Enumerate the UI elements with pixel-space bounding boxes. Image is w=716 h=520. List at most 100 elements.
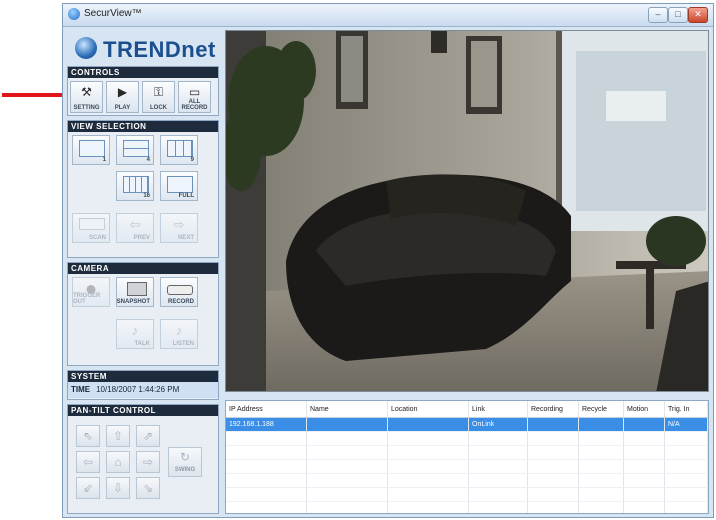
empty-row <box>226 459 708 474</box>
arrow-right-icon: ⇨ <box>173 217 185 232</box>
system-section: SYSTEM TIME 10/18/2007 1:44:26 PM <box>67 370 219 400</box>
play-icon: ▶ <box>117 85 128 99</box>
all-record-button[interactable]: ▭ ALL RECORD <box>178 81 211 113</box>
trigger-out-button[interactable]: TRIGGER OUT <box>72 277 110 307</box>
pan-down-button[interactable]: ⇩ <box>106 477 130 499</box>
pan-home-button[interactable]: ⌂ <box>106 451 130 473</box>
arrow-down-right-icon: ⇘ <box>142 481 154 495</box>
pan-down-right-button[interactable]: ⇘ <box>136 477 160 499</box>
table-row[interactable]: 192.168.1.188 OnLink N/A <box>226 417 708 432</box>
view-4-button[interactable]: 4 <box>116 135 154 165</box>
left-panel: TRENDnet CONTROLS ⚒ SETTING ▶ PLAY ⚿ LOC… <box>67 30 219 514</box>
col-ip-address[interactable]: IP Address <box>226 401 307 418</box>
setting-button[interactable]: ⚒ SETTING <box>70 81 103 113</box>
col-link[interactable]: Link <box>468 401 528 418</box>
pan-up-left-button[interactable]: ⇖ <box>76 425 100 447</box>
pan-up-button[interactable]: ⇧ <box>106 425 130 447</box>
single-view-icon <box>79 140 105 157</box>
cell-recycle <box>578 417 624 432</box>
cell-motion <box>623 417 665 432</box>
view-selection-header: VIEW SELECTION <box>68 121 218 132</box>
time-readout: TIME 10/18/2007 1:44:26 PM <box>68 382 218 398</box>
window-title: SecurView™ <box>84 8 142 19</box>
prev-button[interactable]: ⇦ PREV <box>116 213 154 243</box>
talk-icon: ♪ <box>131 323 139 338</box>
title-bar: SecurView™ – □ ✕ <box>63 4 713 27</box>
close-icon[interactable]: ✕ <box>688 7 708 23</box>
col-recording[interactable]: Recording <box>527 401 579 418</box>
empty-row <box>226 431 708 446</box>
nine-view-icon <box>167 140 193 157</box>
swing-icon: ↻ <box>179 450 191 464</box>
pan-tilt-section: PAN-TILT CONTROL ⇖ ⇧ ⇗ ⇦ ⌂ ⇨ ⇙ ⇩ ⇘ ↻ SWI… <box>67 404 219 514</box>
pan-down-left-button[interactable]: ⇙ <box>76 477 100 499</box>
minimize-icon[interactable]: – <box>648 7 668 23</box>
record-button[interactable]: RECORD <box>160 277 198 307</box>
cell-location <box>387 417 469 432</box>
trendnet-logo: TRENDnet <box>71 32 219 64</box>
cell-recording <box>527 417 579 432</box>
record-all-icon: ▭ <box>188 85 201 99</box>
arrow-up-right-icon: ⇗ <box>142 429 154 443</box>
col-trig-in[interactable]: Trig. In <box>664 401 708 418</box>
controls-header: CONTROLS <box>68 67 218 78</box>
col-name[interactable]: Name <box>306 401 388 418</box>
play-button[interactable]: ▶ PLAY <box>106 81 139 113</box>
arrow-down-icon: ⇩ <box>112 481 124 495</box>
view-16-button[interactable]: 16 <box>116 171 154 201</box>
camera-header: CAMERA <box>68 263 218 274</box>
arrow-left-icon: ⇦ <box>82 455 94 469</box>
empty-row <box>226 445 708 460</box>
view-9-button[interactable]: 9 <box>160 135 198 165</box>
col-motion[interactable]: Motion <box>623 401 665 418</box>
cell-trig-in: N/A <box>664 417 708 432</box>
camera-section: CAMERA TRIGGER OUT SNAPSHOT RECORD ♪ TAL… <box>67 262 219 366</box>
cell-link: OnLink <box>468 417 528 432</box>
pan-tilt-header: PAN-TILT CONTROL <box>68 405 218 416</box>
logo-globe-icon <box>75 37 97 59</box>
arrow-up-icon: ⇧ <box>112 429 124 443</box>
cell-name <box>306 417 388 432</box>
arrow-down-left-icon: ⇙ <box>82 481 94 495</box>
scan-button[interactable]: SCAN <box>72 213 110 243</box>
live-video-view[interactable] <box>225 30 709 392</box>
arrow-up-left-icon: ⇖ <box>82 429 94 443</box>
col-location[interactable]: Location <box>387 401 469 418</box>
app-icon <box>68 8 80 20</box>
camera-icon <box>127 282 147 296</box>
camera-feed-image <box>226 31 708 391</box>
listen-button[interactable]: ♪ LISTEN <box>160 319 198 349</box>
snapshot-button[interactable]: SNAPSHOT <box>116 277 154 307</box>
maximize-icon[interactable]: □ <box>668 7 688 23</box>
device-table: IP Address Name Location Link Recording … <box>226 401 708 513</box>
pan-right-button[interactable]: ⇨ <box>136 451 160 473</box>
next-button[interactable]: ⇨ NEXT <box>160 213 198 243</box>
pan-left-button[interactable]: ⇦ <box>76 451 100 473</box>
table-header-row: IP Address Name Location Link Recording … <box>226 401 708 418</box>
setting-icon: ⚒ <box>81 85 92 99</box>
lock-button[interactable]: ⚿ LOCK <box>142 81 175 113</box>
securview-window: SecurView™ – □ ✕ TRENDnet CONTROLS ⚒ SET… <box>62 3 714 518</box>
quad-view-icon <box>123 140 149 157</box>
arrow-left-icon: ⇦ <box>129 217 141 232</box>
time-value: 10/18/2007 1:44:26 PM <box>96 385 180 394</box>
col-recycle[interactable]: Recycle <box>578 401 624 418</box>
swing-button[interactable]: ↻ SWING <box>168 447 202 477</box>
sixteen-view-icon <box>123 176 149 193</box>
cell-ip-address: 192.168.1.188 <box>226 417 307 432</box>
view-selection-section: VIEW SELECTION 1 4 9 16 FULL SCAN ⇦ PREV… <box>67 120 219 258</box>
listen-icon: ♪ <box>175 323 183 338</box>
system-header: SYSTEM <box>68 371 218 382</box>
lock-icon: ⚿ <box>153 85 164 99</box>
pan-up-right-button[interactable]: ⇗ <box>136 425 160 447</box>
view-full-button[interactable]: FULL <box>160 171 198 201</box>
talk-button[interactable]: ♪ TALK <box>116 319 154 349</box>
device-list: IP Address Name Location Link Recording … <box>225 400 709 514</box>
time-label: TIME <box>71 385 91 394</box>
view-1-button[interactable]: 1 <box>72 135 110 165</box>
scan-icon <box>79 218 105 230</box>
arrow-right-icon: ⇨ <box>142 455 154 469</box>
empty-row <box>226 473 708 488</box>
home-icon: ⌂ <box>114 455 122 469</box>
empty-row <box>226 487 708 502</box>
